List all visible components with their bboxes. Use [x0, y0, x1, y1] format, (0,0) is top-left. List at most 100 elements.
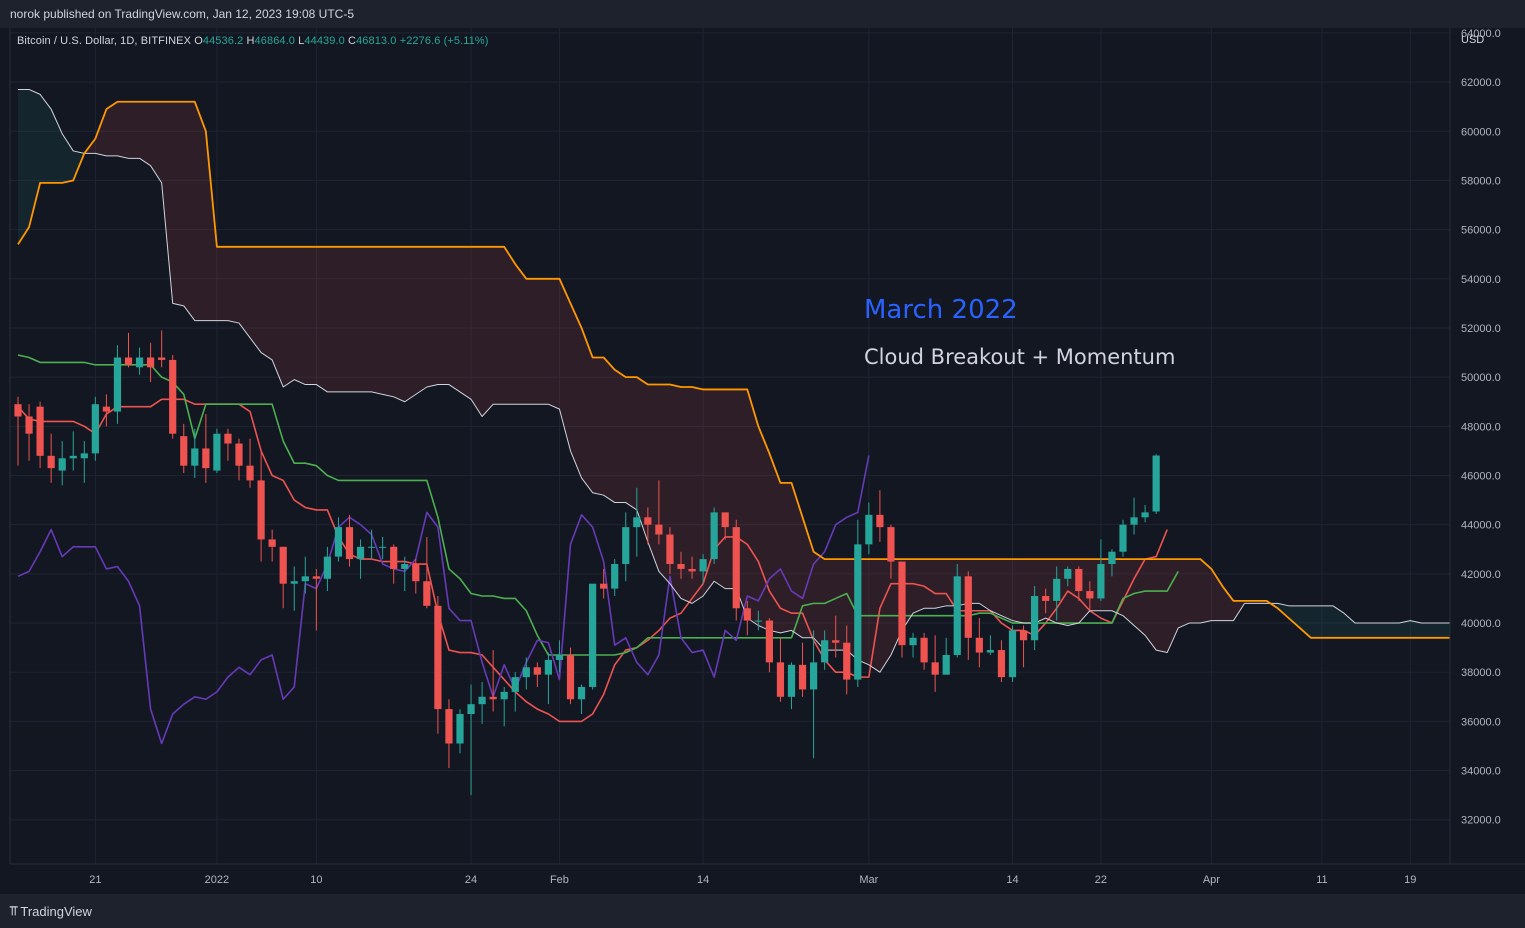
y-tick-label: 34000.0	[1461, 766, 1501, 778]
candle-body	[102, 406, 110, 412]
candle-body	[401, 564, 409, 569]
x-tick-label: 21	[89, 874, 101, 886]
publish-header: norok published on TradingView.com, Jan …	[0, 0, 1525, 28]
candle-body	[14, 404, 22, 417]
y-tick-label: 50000.0	[1461, 372, 1501, 384]
candle-body	[1053, 578, 1061, 601]
candle-body	[876, 514, 884, 528]
y-tick-label: 40000.0	[1461, 618, 1501, 630]
candle-body	[312, 576, 320, 579]
candle-body	[666, 534, 674, 565]
publish-text: norok published on TradingView.com, Jan …	[10, 7, 354, 21]
tradingview-logo[interactable]: ⫪ TradingView	[10, 903, 92, 919]
open-label: O	[194, 35, 203, 47]
candle-body	[953, 576, 961, 655]
close-value: 46813.0	[356, 35, 397, 47]
candle-body	[931, 662, 939, 675]
price-chart[interactable]: 32000.0 34000.0 36000.0 38000.0 40000.0 42000…	[0, 28, 1525, 894]
candle-body	[279, 546, 287, 584]
candle-body	[290, 581, 298, 584]
candle-body	[257, 480, 265, 540]
candle-body	[478, 696, 486, 705]
candle-body	[1031, 595, 1039, 641]
x-tick-label: 24	[465, 874, 477, 886]
candle-body	[235, 443, 243, 466]
candle-up	[1119, 519, 1127, 557]
candle-body	[467, 704, 475, 715]
low-value: 44439.0	[304, 35, 345, 47]
candle-down	[732, 519, 740, 621]
x-tick-label: Mar	[859, 874, 878, 886]
candle-up	[213, 428, 221, 474]
candle-body	[920, 637, 928, 663]
y-tick-label: 36000.0	[1461, 716, 1501, 728]
candle-body	[589, 583, 597, 687]
y-tick-label: 42000.0	[1461, 569, 1501, 581]
candle-up	[589, 583, 597, 690]
candle-up	[1152, 454, 1160, 514]
y-tick-label: 38000.0	[1461, 667, 1501, 679]
x-tick-label: 2022	[205, 874, 229, 886]
candle-body	[688, 568, 696, 572]
candle-body	[754, 620, 762, 622]
candle-body	[743, 608, 751, 621]
candle-body	[1130, 517, 1138, 525]
candle-body	[390, 546, 398, 569]
candle-body	[533, 667, 541, 675]
x-tick-label: 14	[697, 874, 709, 886]
candle-body	[91, 404, 99, 454]
y-tick-label: 62000.0	[1461, 77, 1501, 89]
x-tick-label: 22	[1095, 874, 1107, 886]
candle-body	[732, 527, 740, 609]
candle-body	[423, 581, 431, 606]
candle-body	[566, 655, 575, 700]
candle-body	[246, 465, 254, 481]
annotation-title[interactable]: March 2022	[864, 295, 1018, 325]
candle-body	[622, 527, 630, 565]
candle-body	[379, 546, 387, 548]
candle-body	[798, 664, 807, 690]
candle-body	[843, 642, 851, 680]
high-label: H	[246, 35, 255, 47]
y-tick-label: 46000.0	[1461, 471, 1501, 483]
candle-body	[544, 659, 552, 675]
candle-body	[147, 357, 155, 368]
candle-body	[887, 527, 895, 562]
symbol-legend: Bitcoin / U.S. Dollar, 1D, BITFINEX O445…	[17, 35, 489, 47]
candle-body	[975, 637, 983, 653]
candle-body	[500, 691, 508, 700]
candle-body	[69, 455, 77, 459]
candle-body	[964, 576, 972, 638]
brand-name: TradingView	[20, 903, 92, 919]
candle-up	[953, 564, 961, 658]
annotation-subtitle[interactable]: Cloud Breakout + Momentum	[864, 345, 1175, 369]
candle-body	[445, 709, 453, 744]
candle-body	[600, 583, 608, 589]
candle-body	[577, 686, 586, 700]
y-tick-label: 60000.0	[1461, 126, 1501, 138]
x-tick-label: Feb	[550, 874, 569, 886]
candle-body	[1108, 551, 1116, 565]
candle-body	[765, 620, 773, 663]
candle-down	[169, 355, 177, 439]
candle-body	[721, 512, 729, 528]
x-tick-label: 11	[1316, 874, 1327, 886]
candle-body	[854, 544, 862, 680]
symbol-name: Bitcoin / U.S. Dollar, 1D, BITFINEX	[17, 35, 192, 47]
candle-body	[644, 517, 652, 525]
candle-down	[898, 561, 906, 658]
candle-body	[180, 436, 188, 466]
candle-body	[1086, 591, 1094, 599]
x-tick-label: 10	[310, 874, 322, 886]
candle-down	[566, 647, 575, 705]
candle-body	[58, 458, 66, 471]
candle-body	[489, 696, 497, 700]
candle-body	[1097, 564, 1105, 599]
candle-body	[25, 416, 33, 434]
candle-body	[865, 514, 873, 545]
footer-bar: ⫪ TradingView	[0, 894, 1525, 928]
candle-body	[655, 524, 663, 535]
candle-body	[776, 662, 785, 697]
candle-body	[191, 448, 199, 466]
candle-body	[323, 556, 331, 579]
